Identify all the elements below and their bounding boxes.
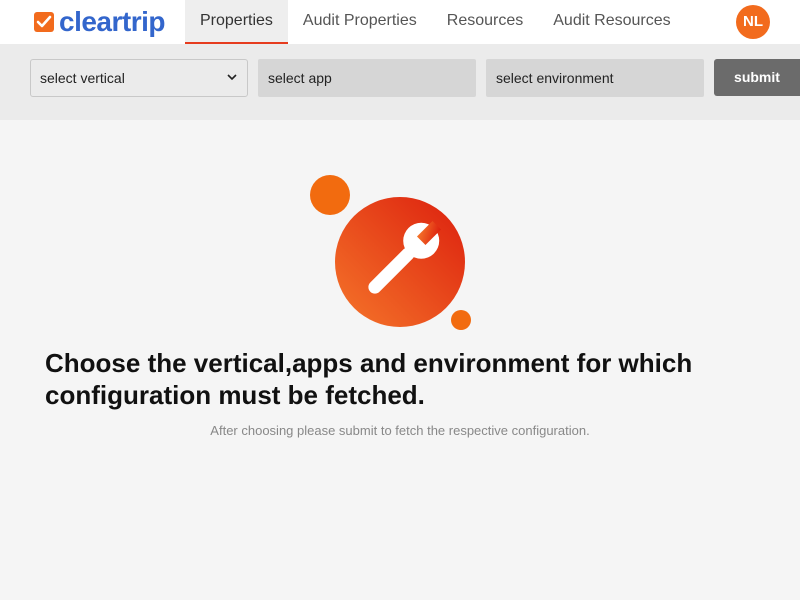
wrench-illustration [300,170,480,335]
user-avatar[interactable]: NL [736,5,770,39]
vertical-select-value: select vertical [40,70,125,86]
logo-check-icon [34,12,54,32]
empty-state-subtext: After choosing please submit to fetch th… [210,423,590,438]
main-nav: Properties Audit Properties Resources Au… [185,0,686,44]
submit-button[interactable]: submit [714,59,800,96]
app-select[interactable]: select app [258,59,476,97]
empty-state-headline: Choose the vertical,apps and environment… [45,348,693,410]
tab-audit-properties[interactable]: Audit Properties [288,0,432,44]
environment-select-value: select environment [496,70,614,86]
tab-audit-resources[interactable]: Audit Resources [538,0,685,44]
logo-text: cleartrip [59,6,166,37]
tab-properties[interactable]: Properties [185,0,288,44]
tab-resources[interactable]: Resources [432,0,538,44]
app-select-value: select app [268,70,332,86]
vertical-select[interactable]: select vertical [30,59,248,97]
environment-select[interactable]: select environment [486,59,704,97]
chevron-down-icon [227,60,237,109]
wrench-icon [310,175,471,330]
top-navbar: cleartrip Properties Audit Properties Re… [0,0,800,44]
cleartrip-logo[interactable]: cleartrip [34,6,166,37]
filter-bar: select vertical select app select enviro… [0,44,800,120]
